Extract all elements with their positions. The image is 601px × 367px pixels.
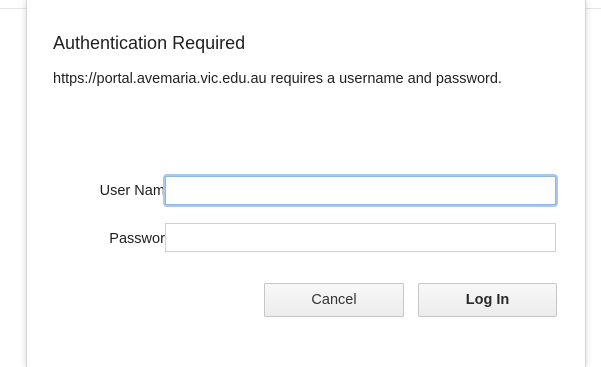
password-field[interactable]	[165, 223, 556, 252]
password-label: Password:	[109, 231, 177, 247]
page-backdrop: Authentication Required https://portal.a…	[0, 0, 601, 367]
username-label: User Name:	[99, 183, 177, 199]
auth-dialog: Authentication Required https://portal.a…	[26, 0, 586, 367]
dialog-message: https://portal.avemaria.vic.edu.au requi…	[53, 71, 502, 87]
username-field[interactable]	[165, 176, 556, 205]
cancel-button[interactable]: Cancel	[264, 283, 404, 317]
login-button[interactable]: Log In	[418, 283, 557, 317]
dialog-title: Authentication Required	[53, 33, 246, 53]
